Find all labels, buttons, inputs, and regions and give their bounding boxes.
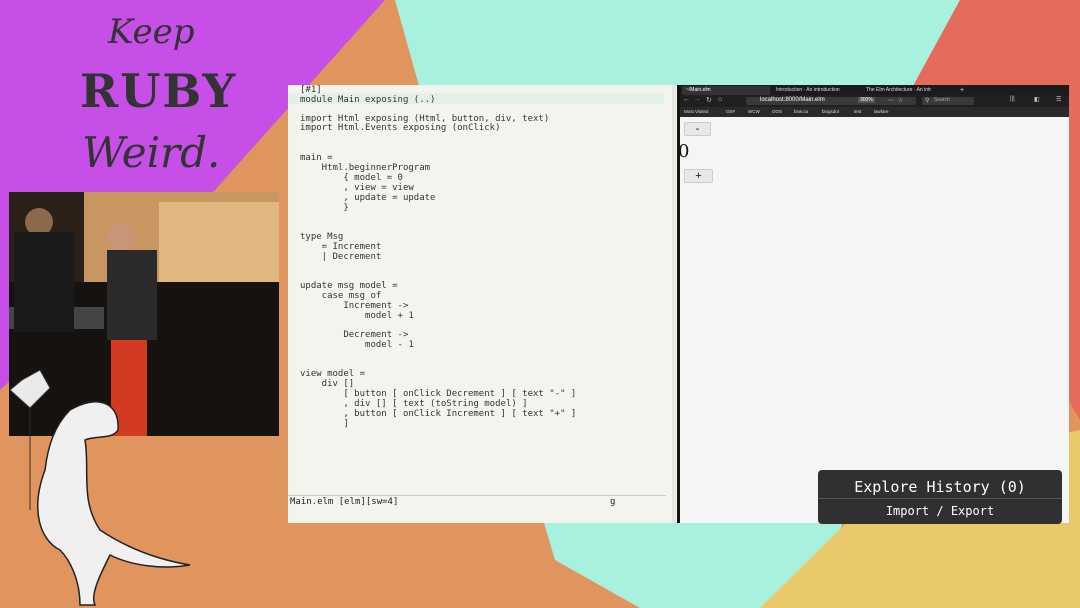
- bookmark-item[interactable]: bnw.ca: [794, 109, 808, 114]
- search-input[interactable]: ⚲ Search: [922, 97, 974, 105]
- bookmark-item[interactable]: WCW: [748, 109, 760, 114]
- bookmark-item[interactable]: OSF: [726, 109, 735, 114]
- editor-line: ]: [300, 419, 349, 429]
- editor-line: , view = view: [300, 183, 414, 193]
- model-value: 0: [678, 141, 690, 162]
- zoom-badge[interactable]: 300%: [858, 97, 875, 103]
- vim-status-line: Main.elm [elm][sw=4] g: [288, 495, 666, 508]
- menu-icon[interactable]: ☰: [1056, 96, 1061, 103]
- sidebar-icon[interactable]: ◧: [1034, 96, 1040, 103]
- bookmark-icon[interactable]: ☆: [898, 97, 903, 104]
- editor-line: Decrement ->: [300, 330, 409, 340]
- editor-line: , div [] [ text (toString model) ]: [300, 399, 528, 409]
- decrement-button[interactable]: -: [684, 122, 711, 136]
- logo: Keep RUBY Weird.: [72, 8, 235, 188]
- logo-line-1: Keep: [108, 12, 195, 52]
- library-icon[interactable]: |||: [1010, 96, 1015, 102]
- editor-line: Increment ->: [300, 301, 409, 311]
- history-title[interactable]: Explore History (0): [818, 478, 1062, 496]
- code-editor[interactable]: [#1] module Main exposing (..) import Ht…: [288, 85, 678, 523]
- editor-line: update msg model =: [300, 281, 398, 291]
- search-icon: ⚲: [925, 98, 930, 104]
- editor-line: [#1]: [300, 85, 322, 95]
- editor-line: div []: [300, 379, 355, 389]
- search-placeholder: Search: [934, 97, 950, 103]
- reload-icon[interactable]: ↻: [706, 96, 712, 104]
- editor-scrollbar[interactable]: [672, 85, 676, 523]
- editor-line: , update = update: [300, 193, 436, 203]
- editor-line: | Decrement: [300, 252, 382, 262]
- nav-toolbar: ← → ↻ ⌂ localhost:8000/Main.elm 300% ⋯ ☆…: [680, 95, 1069, 107]
- editor-line: { model = 0: [300, 173, 403, 183]
- back-icon[interactable]: ←: [683, 96, 690, 103]
- editor-line: model - 1: [300, 340, 414, 350]
- bookmark-item[interactable]: Most Visited: [684, 109, 708, 114]
- editor-line: view model =: [300, 369, 366, 379]
- tab-introduction[interactable]: Introduction · An introduction: [772, 86, 860, 95]
- tab-elm-architecture[interactable]: The Elm Architecture · An intr: [862, 86, 954, 95]
- logo-line-3: Weird.: [82, 128, 221, 177]
- editor-line: case msg of: [300, 291, 382, 301]
- bookmark-item[interactable]: test: [854, 109, 861, 114]
- tab-main-elm[interactable]: ~/Main.elm: [682, 86, 770, 95]
- editor-line: Html.beginnerProgram: [300, 163, 431, 173]
- url-text: localhost:8000/Main.elm: [760, 97, 825, 103]
- editor-line: model + 1: [300, 311, 414, 321]
- app-page: - 0 +: [678, 117, 1069, 523]
- home-icon[interactable]: ⌂: [718, 96, 722, 103]
- editor-line: = Increment: [300, 242, 382, 252]
- editor-line: main =: [300, 153, 333, 163]
- forward-icon[interactable]: →: [694, 96, 701, 103]
- editor-line: module Main exposing (..): [300, 95, 436, 105]
- history-divider: [818, 498, 1062, 499]
- dinosaur-illustration: [9, 369, 191, 606]
- status-file: Main.elm [elm][sw=4]: [290, 497, 399, 507]
- bookmarks-bar: Most Visited OSF WCW OOS bnw.ca blogsdot…: [680, 107, 1069, 117]
- editor-line: import Html.Events exposing (onClick): [300, 123, 501, 133]
- logo-line-2: RUBY: [80, 64, 238, 118]
- status-right: g: [610, 497, 616, 507]
- import-export-link[interactable]: Import / Export: [818, 504, 1062, 518]
- editor-line: }: [300, 203, 349, 213]
- bookmark-item[interactable]: blogsdot: [822, 109, 839, 114]
- increment-button[interactable]: +: [684, 169, 713, 183]
- explore-history-panel[interactable]: Explore History (0) Import / Export: [818, 470, 1062, 524]
- tab-bar: ~/Main.elm Introduction · An introductio…: [680, 85, 1069, 95]
- url-bar[interactable]: localhost:8000/Main.elm 300% ⋯ ☆: [746, 97, 916, 105]
- bookmark-item[interactable]: OOS: [772, 109, 782, 114]
- new-tab-button[interactable]: +: [956, 86, 968, 95]
- editor-line: , button [ onClick Increment ] [ text "+…: [300, 409, 577, 419]
- page-actions-icon[interactable]: ⋯: [888, 97, 894, 104]
- bookmark-item[interactable]: lawfare: [874, 109, 889, 114]
- editor-line: [ button [ onClick Decrement ] [ text "-…: [300, 389, 577, 399]
- editor-line: type Msg: [300, 232, 344, 242]
- browser-window: ~/Main.elm Introduction · An introductio…: [678, 85, 1069, 523]
